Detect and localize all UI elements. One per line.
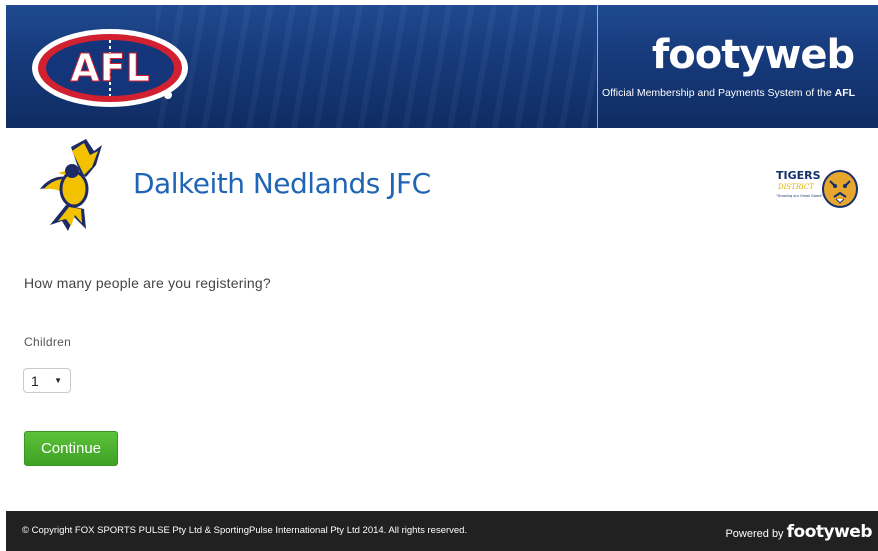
tigers-logo-subtext: DISTRICT: [777, 183, 815, 191]
header-divider: [597, 5, 598, 128]
footyweb-title: footyweb: [651, 32, 855, 78]
tigers-logo-text: TIGERS: [776, 169, 821, 182]
powered-by[interactable]: Powered by footyweb: [725, 522, 872, 542]
powered-by-brand: footyweb: [786, 522, 873, 542]
powered-by-label: Powered by: [725, 528, 784, 540]
afl-logo-text: AFL: [70, 46, 150, 90]
afl-logo[interactable]: AFL: [30, 27, 190, 109]
chevron-down-icon: ▼: [54, 376, 62, 385]
tagline-afl: AFL: [834, 87, 856, 99]
footyweb-tagline: Official Membership and Payments System …: [602, 87, 878, 99]
tigers-district-logo: TIGERS DISTRICT "Growing our Great Game": [776, 169, 858, 208]
children-label: Children: [24, 335, 72, 349]
club-name: Dalkeith Nedlands JFC: [133, 167, 431, 200]
site-header: AFL footyweb Official Membership and Pay…: [6, 5, 878, 128]
club-eagle-logo: [40, 139, 102, 231]
copyright-text: © Copyright FOX SPORTS PULSE Pty Ltd & S…: [22, 525, 468, 536]
children-count-select[interactable]: 1 ▼: [23, 368, 71, 393]
children-count-value: 1: [31, 372, 39, 389]
site-footer: © Copyright FOX SPORTS PULSE Pty Ltd & S…: [6, 511, 878, 551]
header-background-pattern: [156, 5, 596, 128]
tagline-text: Official Membership and Payments System …: [602, 87, 835, 99]
tigers-logo-slogan: "Growing our Great Game": [776, 194, 823, 198]
registration-question: How many people are you registering?: [24, 275, 271, 291]
continue-button[interactable]: Continue: [24, 431, 118, 466]
footyweb-brand[interactable]: footyweb Official Membership and Payment…: [602, 35, 878, 99]
page: AFL footyweb Official Membership and Pay…: [6, 5, 878, 551]
